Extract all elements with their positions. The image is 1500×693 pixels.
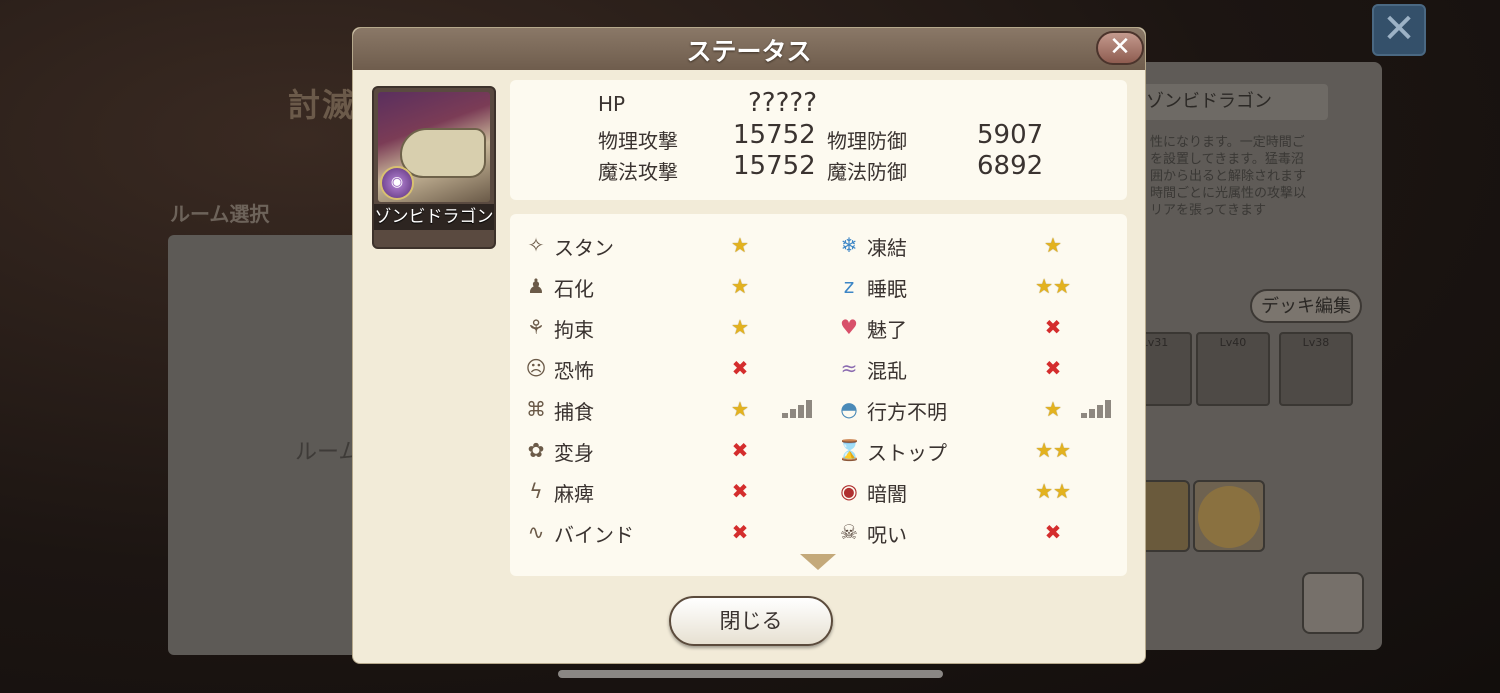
hourglass-icon: ⌛ [837,438,862,462]
resistance-rating: ✖ [731,356,749,380]
physical-defense-label: 物理防御 [827,129,907,153]
resistance-rating: ★ [731,397,749,421]
freeze-icon: ❄ [840,233,858,257]
signal-bars-icon [1081,400,1113,418]
resistance-rating: ★ [731,233,749,257]
status-modal: ステータス ✕ ◉ ゾンビドラゴン HP ????? 物理攻撃 15752 物理… [352,27,1146,664]
resistance-label: バインド [554,523,634,547]
resistance-rating: ★★ [1035,438,1071,462]
description-line: リアを張ってきます [1150,203,1266,218]
dark-element-icon: ◉ [380,166,414,200]
restrain-icon: ⚘ [527,315,545,339]
room-placeholder-text: ルーム [295,440,361,465]
modal-close-x-button[interactable]: ✕ [1096,31,1144,65]
resistance-label: 捕食 [554,400,594,424]
resistance-label: 行方不明 [867,400,947,424]
dragon-skull-icon [400,128,486,178]
description-line: 囲から出ると解除されます [1150,169,1307,184]
resistance-label: 魅了 [867,318,907,342]
resistance-rating: ★ [1044,233,1062,257]
monster-portrait: ◉ ゾンビドラゴン [372,86,496,249]
skull-icon: ☠ [840,520,858,544]
bind-icon: ∿ [527,520,545,544]
physical-attack-value: 15752 [733,120,816,150]
description-line: を設置してきます。猛毒沼 [1150,152,1304,167]
modal-title: ステータス [686,37,812,66]
resistance-rating: ✖ [731,479,749,503]
petrify-icon: ♟ [527,274,545,298]
resistance-label: 麻痺 [554,482,594,506]
physical-attack-label: 物理攻撃 [598,129,678,153]
ufo-icon: ◓ [840,397,858,421]
chest-icon[interactable] [1302,572,1364,634]
resistance-label: 凍結 [867,236,907,260]
home-indicator[interactable] [558,670,943,678]
resistance-rating: ✖ [1044,356,1062,380]
resistance-label: 拘束 [554,318,594,342]
stats-panel: HP ????? 物理攻撃 15752 物理防御 5907 魔法攻撃 15752… [510,80,1127,200]
hp-label: HP [598,92,626,116]
resistance-rating: ✖ [731,438,749,462]
party-card[interactable]: Lv40 [1196,332,1270,406]
transform-icon: ✿ [527,438,545,462]
resistance-rating: ✖ [731,520,749,544]
close-button[interactable]: 閉じる [669,596,833,646]
resistance-label: 石化 [554,277,594,301]
coin-icon [1198,486,1260,548]
magic-attack-value: 15752 [733,151,816,181]
signal-bars-icon [782,400,814,418]
resistance-label: スタン [554,236,614,260]
resistance-panel: ✧ スタン ★ ♟ 石化 ★ ⚘ 拘束 ★ ☹ 恐怖 ✖ ⌘ 捕食 ★ ✿ 変身… [510,214,1127,576]
boss-name-plate: ゾンビドラゴン [1140,84,1328,120]
resistance-label: 暗闇 [867,482,907,506]
magic-defense-label: 魔法防御 [827,160,907,184]
hp-value: ????? [748,88,817,118]
resistance-label: 恐怖 [554,359,594,383]
magic-attack-label: 魔法攻撃 [598,160,678,184]
resistance-label: 睡眠 [867,277,907,301]
fear-icon: ☹ [525,356,547,380]
quest-title: 討滅 [288,86,357,124]
magic-defense-value: 6892 [977,151,1044,181]
resistance-rating: ★★ [1035,479,1071,503]
stun-icon: ✧ [527,233,545,257]
deck-edit-button[interactable]: デッキ編集 [1250,289,1362,323]
physical-defense-value: 5907 [977,120,1044,150]
resistance-rating: ★★ [1035,274,1071,298]
screen-close-button[interactable]: ✕ [1372,4,1426,56]
sleep-icon: z [843,274,855,298]
description-line: 性になります。一定時間ご [1150,135,1305,150]
paralysis-icon: ϟ [529,479,543,503]
resistance-label: 変身 [554,441,594,465]
resistance-label: ストップ [867,441,947,465]
boss-description: 性になります。一定時間ご を設置してきます。猛毒沼 囲から出ると解除されます 時… [1150,134,1330,219]
darkness-icon: ◉ [840,479,858,503]
resistance-rating: ✖ [1044,315,1062,339]
description-line: 時間ごとに光属性の攻撃以 [1150,186,1307,201]
party-card[interactable]: Lv38 [1279,332,1353,406]
resistance-label: 呪い [867,523,907,547]
confusion-icon: ≈ [840,356,858,380]
resistance-rating: ★ [731,274,749,298]
scroll-down-arrow-icon[interactable] [800,554,836,570]
resistance-rating: ✖ [1044,520,1062,544]
resistance-rating: ★ [731,315,749,339]
predation-icon: ⌘ [526,397,546,421]
room-select-heading: ルーム選択 [170,202,270,226]
monster-name: ゾンビドラゴン [374,204,494,230]
resistance-rating: ★ [1044,397,1062,421]
resistance-label: 混乱 [867,359,907,383]
modal-header: ステータス ✕ [353,28,1145,70]
charm-icon: ♥ [840,315,858,339]
